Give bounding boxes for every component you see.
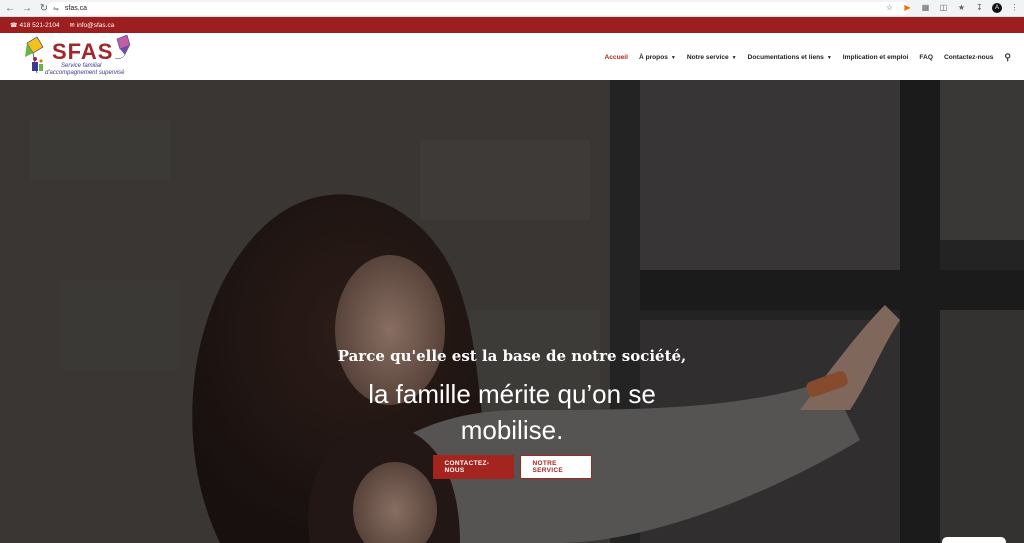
forward-icon[interactable]: → <box>20 1 34 15</box>
menu-kebab-icon[interactable]: ⋮ <box>1009 2 1020 13</box>
logo-tagline-2: d'accompagnement supervisé <box>45 70 125 76</box>
phone-number: 418 521-2104 <box>19 21 60 29</box>
nav-item-accueil[interactable]: Accueil <box>605 54 628 61</box>
phone-icon: ☎ <box>10 22 18 29</box>
nav-item-contact[interactable]: Contactez-nous <box>944 54 993 61</box>
address-bar[interactable]: ⇋ sfas.ca <box>47 2 909 15</box>
browser-actions: ☆ ▶ ▦ ◫ ★ ↧ A ⋮ <box>884 2 1020 13</box>
nav-item-notre-service[interactable]: Notre service ▼ <box>687 54 737 61</box>
url-text: sfas.ca <box>64 5 88 12</box>
chevron-down-icon: ▼ <box>731 54 737 61</box>
bookmarks-icon[interactable]: ★ <box>956 2 967 13</box>
main-navigation: Accueil À propos ▼ Notre service ▼ Documen… <box>594 52 1012 63</box>
service-button[interactable]: NOTRE SERVICE <box>519 455 592 479</box>
phone-contact[interactable]: ☎ 418 521-2104 <box>10 22 60 29</box>
logo-wordmark: SFAS <box>52 39 114 64</box>
email-address: info@sfas.ca <box>76 21 115 29</box>
nav-item-implication[interactable]: Implication et emploi <box>843 54 909 61</box>
extensions-puzzle-icon[interactable]: ◫ <box>938 2 949 13</box>
hero-title: la famille mérite qu’on se mobilise. <box>0 376 1024 448</box>
back-icon[interactable]: ← <box>3 1 17 15</box>
contact-button[interactable]: CONTACTEZ-NOUS <box>432 455 514 479</box>
nav-item-a-propos[interactable]: À propos ▼ <box>639 54 676 61</box>
bookmark-star-icon[interactable]: ☆ <box>884 2 895 13</box>
chevron-down-icon: ▼ <box>670 54 676 61</box>
envelope-icon: ✉ <box>69 22 75 29</box>
profile-avatar[interactable]: A <box>992 2 1002 13</box>
logo-tagline-1: Service familial <box>61 63 102 69</box>
site-logo[interactable]: SFAS Service familial d'accompagnement s… <box>13 34 133 79</box>
nav-item-documentations[interactable]: Documentations et liens ▼ <box>748 54 832 61</box>
hero-title-line-2: mobilise. <box>460 415 564 445</box>
search-icon[interactable]: ⚲ <box>1004 52 1011 63</box>
site-info-icon[interactable]: ⇋ <box>53 5 59 13</box>
hero-buttons: CONTACTEZ-NOUS NOTRE SERVICE <box>0 455 1024 479</box>
hero-kicker: Parce qu'elle est la base de notre socié… <box>337 347 687 365</box>
chevron-down-icon: ▼ <box>826 54 832 61</box>
hero-section: Parce qu'elle est la base de notre socié… <box>0 80 1024 543</box>
download-icon[interactable]: ↧ <box>974 2 985 13</box>
chat-widget-tab[interactable] <box>942 537 1006 543</box>
nav-item-faq[interactable]: FAQ <box>919 54 933 61</box>
contact-strip: ☎ 418 521-2104 ✉ info@sfas.ca <box>0 17 1024 33</box>
email-contact[interactable]: ✉ info@sfas.ca <box>70 22 115 29</box>
browser-toolbar: ← → ↻ ⇋ sfas.ca ☆ ▶ ▦ ◫ ★ ↧ A ⋮ <box>0 0 1024 17</box>
extension-icon[interactable]: ▶ <box>902 2 913 13</box>
site-header: SFAS Service familial d'accompagnement s… <box>0 33 1024 80</box>
reading-mode-icon[interactable]: ▦ <box>920 2 931 13</box>
hero-title-line-1: la famille mérite qu’on se <box>368 379 656 409</box>
